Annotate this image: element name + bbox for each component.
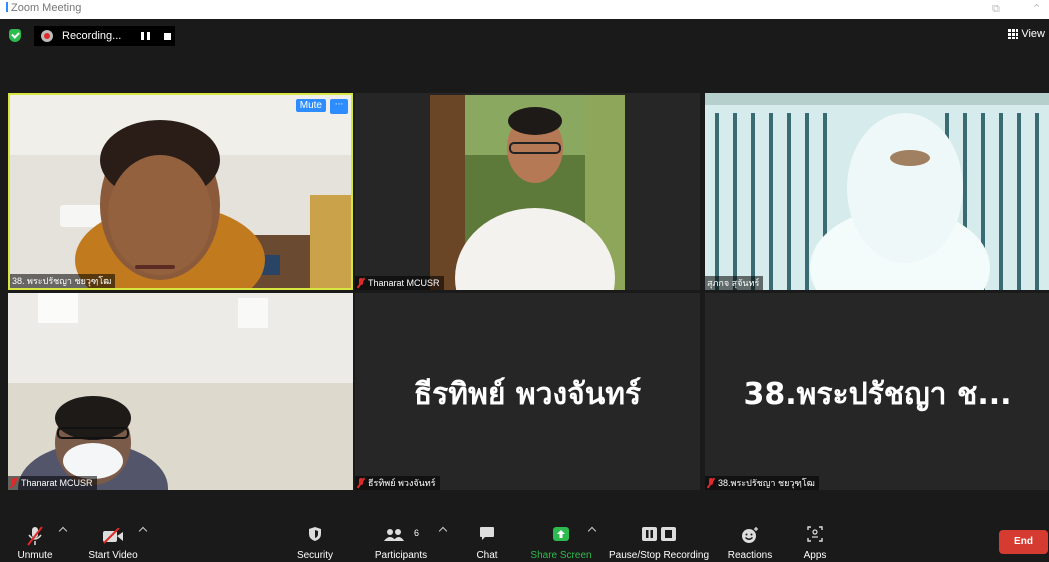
recording-label: Recording...	[62, 30, 122, 42]
unmute-button[interactable]: Unmute	[10, 512, 60, 562]
participant-name-tag: 38.พระปรัชญา ชยวุฑฺโฒ	[705, 476, 819, 490]
participant-name-tag: Thanarat MCUSR	[8, 476, 97, 490]
share-screen-label: Share Screen	[530, 550, 592, 561]
mic-muted-icon	[357, 278, 365, 288]
chat-button[interactable]: Chat	[470, 512, 504, 562]
video-tile[interactable]: Thanarat MCUSR	[355, 93, 700, 290]
security-label: Security	[296, 550, 334, 561]
end-meeting-button[interactable]: End	[999, 530, 1048, 554]
pause-stop-recording-button[interactable]: Pause/Stop Recording	[606, 512, 712, 562]
audio-options-caret-icon[interactable]	[58, 526, 68, 536]
participants-count: 6	[414, 528, 420, 538]
microphone-muted-icon	[27, 526, 43, 546]
title-bar: Zoom Meeting ⧉ ⌃	[0, 0, 1049, 19]
view-button[interactable]: View	[1008, 26, 1045, 42]
zoom-meeting-window: Zoom Meeting ⧉ ⌃ Recording... View Mute …	[0, 0, 1049, 562]
participants-button[interactable]: 6 Participants	[370, 512, 432, 562]
pause-stop-recording-label: Pause/Stop Recording	[608, 550, 710, 561]
reactions-button[interactable]: Reactions	[726, 512, 774, 562]
participant-profile-photo	[355, 93, 700, 290]
participant-display-name: 38.พระปรัชญา ช...	[743, 377, 1012, 412]
reactions-label: Reactions	[727, 550, 773, 561]
participant-name: Thanarat MCUSR	[21, 478, 93, 488]
view-label: View	[1021, 28, 1045, 40]
participant-display-name: ธีรทิพย์ พวงจันทร์	[413, 377, 642, 412]
video-tile-active-speaker[interactable]: Mute ··· 38. พระปรัชญา ชยวุฑฺโฒ	[8, 93, 353, 290]
security-button[interactable]: Security	[292, 512, 338, 562]
grid-view-icon	[1008, 29, 1019, 39]
participant-name: สุภกจ สุจันทร์	[707, 278, 760, 288]
participant-video-feed	[8, 293, 353, 490]
apps-button[interactable]: Apps	[798, 512, 832, 562]
video-tile[interactable]: Thanarat MCUSR	[8, 293, 353, 490]
window-collapse-icon[interactable]: ⌃	[1032, 2, 1041, 15]
stop-recording-icon[interactable]	[164, 32, 172, 40]
mute-participant-button[interactable]: Mute	[295, 99, 326, 112]
participant-video-feed	[705, 93, 1049, 290]
recording-indicator: Recording...	[34, 26, 175, 46]
video-tile-no-video[interactable]: ธีรทิพย์ พวงจันทร์ ธีรทิพย์ พวงจันทร์	[355, 293, 700, 490]
share-screen-icon	[553, 527, 569, 541]
mic-muted-icon	[707, 478, 715, 488]
participant-name: 38. พระปรัชญา ชยวุฑฺโฒ	[12, 276, 112, 286]
chat-label: Chat	[476, 550, 498, 561]
pause-stop-recording-icon	[642, 527, 676, 541]
participant-name: 38.พระปรัชญา ชยวุฑฺโฒ	[718, 478, 815, 488]
participants-options-caret-icon[interactable]	[438, 526, 448, 536]
mic-muted-icon	[10, 478, 18, 488]
window-restore-icon[interactable]: ⧉	[992, 2, 1000, 16]
participants-icon	[384, 529, 404, 541]
apps-label: Apps	[803, 550, 827, 561]
video-tile[interactable]: สุภกจ สุจันทร์	[705, 93, 1049, 290]
participant-name-tag: ธีรทิพย์ พวงจันทร์	[355, 476, 440, 490]
encryption-shield-icon[interactable]	[9, 29, 21, 42]
reactions-emoji-icon	[742, 527, 758, 543]
unmute-label: Unmute	[17, 550, 53, 561]
pause-recording-icon[interactable]	[141, 32, 151, 40]
participant-video-feed	[10, 95, 351, 288]
window-title: Zoom Meeting	[6, 2, 81, 14]
video-tile-no-video[interactable]: 38.พระปรัชญา ช... 38.พระปรัชญา ชยวุฑฺโฒ	[705, 293, 1049, 490]
participant-name-tag: Thanarat MCUSR	[355, 276, 444, 290]
participant-name-tag: 38. พระปรัชญา ชยวุฑฺโฒ	[10, 274, 116, 288]
participant-name-tag: สุภกจ สุจันทร์	[705, 276, 764, 290]
start-video-button[interactable]: Start Video	[82, 512, 144, 562]
participant-name: Thanarat MCUSR	[368, 278, 440, 288]
apps-icon	[807, 526, 823, 542]
mic-muted-icon	[357, 478, 365, 488]
security-shield-icon	[309, 527, 321, 541]
more-options-button[interactable]: ···	[330, 99, 348, 114]
start-video-label: Start Video	[88, 550, 138, 561]
chat-bubble-icon	[480, 527, 494, 540]
share-screen-button[interactable]: Share Screen	[530, 512, 592, 562]
participants-label: Participants	[374, 550, 428, 561]
video-off-icon	[103, 528, 123, 544]
participant-name: ธีรทิพย์ พวงจันทร์	[368, 478, 436, 488]
recording-dot-icon	[41, 30, 53, 42]
meeting-toolbar: Unmute Start Video Security 6 Participan…	[0, 512, 1049, 562]
